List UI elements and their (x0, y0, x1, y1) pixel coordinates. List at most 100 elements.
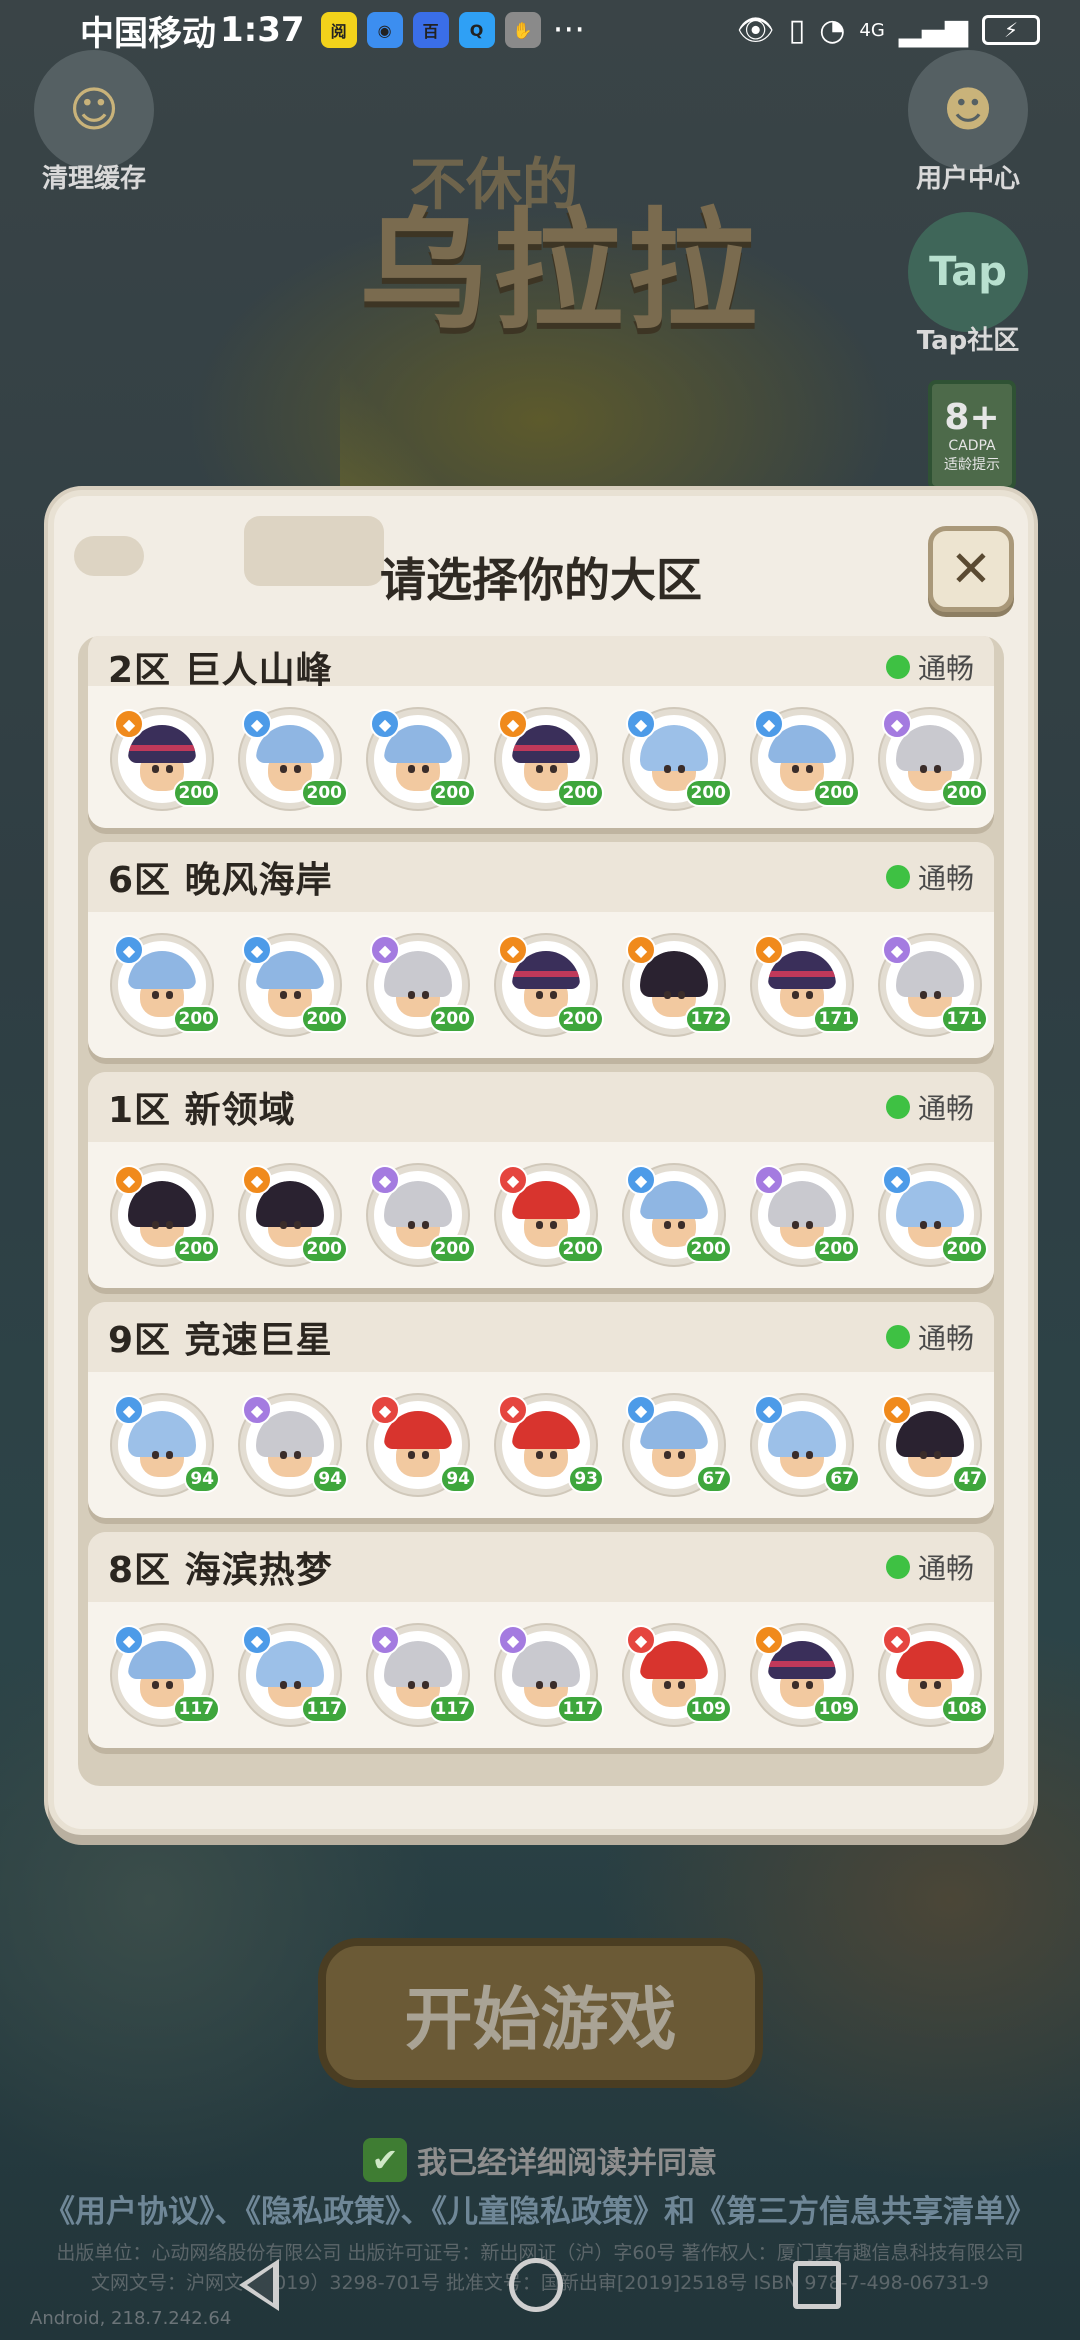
class-icon: ◆ (114, 935, 144, 965)
character-avatar[interactable]: ◆ 109 (624, 1625, 732, 1725)
character-level: 200 (428, 1005, 476, 1033)
character-avatar[interactable]: ◆ 93 (496, 1395, 604, 1495)
class-icon: ◆ (242, 709, 272, 739)
agreement-row: ✔ 我已经详细阅读并同意 (0, 2138, 1080, 2182)
class-icon: ◆ (370, 709, 400, 739)
agree-checkbox[interactable]: ✔ (363, 2138, 407, 2182)
character-avatar[interactable]: ◆ 117 (112, 1625, 220, 1725)
server-list[interactable]: 2区 巨人山峰 通畅 ◆ 200 ◆ 200 ◆ 200 ◆ 200 ◆ 200 ◆ 200 ◆ 200 6区 … (78, 636, 1004, 1786)
server-card[interactable]: 1区 新领域 通畅 ◆ 200 ◆ 200 ◆ 200 ◆ 200 ◆ 200 ◆ 200 ◆ 200 (88, 1072, 994, 1288)
character-avatar[interactable]: ◆ 171 (752, 935, 860, 1035)
character-level: 94 (184, 1465, 220, 1493)
agreement-label: 我已经详细阅读并同意 (417, 2146, 717, 2181)
recent-apps-icon[interactable] (793, 2261, 841, 2309)
character-avatar[interactable]: ◆ 200 (880, 709, 988, 809)
class-icon: ◆ (754, 709, 784, 739)
character-level: 172 (684, 1005, 732, 1033)
character-avatar[interactable]: ◆ 94 (112, 1395, 220, 1495)
class-icon: ◆ (754, 1395, 784, 1425)
character-avatar[interactable]: ◆ 67 (624, 1395, 732, 1495)
clear-cache-button[interactable]: ☺ 清理缓存 (34, 50, 154, 195)
server-status: 通畅 (885, 647, 974, 687)
character-avatar[interactable]: ◆ 200 (240, 935, 348, 1035)
character-avatar[interactable]: ◆ 200 (240, 709, 348, 809)
character-level: 93 (568, 1465, 604, 1493)
character-avatar[interactable]: ◆ 200 (112, 935, 220, 1035)
age-rating-org: CADPA (948, 437, 996, 454)
server-card[interactable]: 8区 海滨热梦 通畅 ◆ 117 ◆ 117 ◆ 117 ◆ 117 ◆ 109 ◆ 109 ◆ 108 (88, 1532, 994, 1748)
character-avatar[interactable]: ◆ 94 (240, 1395, 348, 1495)
age-rating-badge[interactable]: 8+ CADPA 适龄提示 (928, 380, 1016, 490)
character-avatar[interactable]: ◆ 200 (624, 709, 732, 809)
tap-community-label: Tap社区 (916, 326, 1020, 356)
character-avatar[interactable]: ◆ 67 (752, 1395, 860, 1495)
character-level: 94 (312, 1465, 348, 1493)
gesture-app-icon: ✋ (504, 12, 541, 48)
character-level: 108 (940, 1695, 988, 1723)
status-dot-icon (885, 1095, 910, 1119)
signal-icon: ▂▄▆ (898, 12, 968, 48)
character-avatar[interactable]: ◆ 172 (624, 935, 732, 1035)
agreement-links[interactable]: 《用户协议》、《隐私政策》、《儿童隐私政策》和《第三方信息共享清单》 (0, 2186, 1080, 2231)
class-icon: ◆ (370, 1625, 400, 1655)
start-game-button[interactable]: 开始游戏 (318, 1938, 763, 2088)
character-avatar[interactable]: ◆ 117 (496, 1625, 604, 1725)
character-avatar[interactable]: ◆ 200 (112, 1165, 220, 1265)
character-avatar[interactable]: ◆ 200 (368, 935, 476, 1035)
class-icon: ◆ (626, 1165, 656, 1195)
close-button[interactable]: ✕ (928, 526, 1014, 612)
character-avatar[interactable]: ◆ 200 (752, 1165, 860, 1265)
server-status-label: 通畅 (917, 1552, 974, 1585)
character-avatar[interactable]: ◆ 200 (752, 709, 860, 809)
class-icon: ◆ (242, 1165, 272, 1195)
character-level: 117 (428, 1695, 476, 1723)
class-icon: ◆ (882, 1625, 912, 1655)
class-icon: ◆ (242, 935, 272, 965)
character-avatar[interactable]: ◆ 200 (240, 1165, 348, 1265)
character-avatar[interactable]: ◆ 200 (368, 709, 476, 809)
character-level: 200 (812, 779, 860, 807)
character-avatar[interactable]: ◆ 108 (880, 1625, 988, 1725)
server-status: 通畅 (885, 857, 974, 897)
server-card[interactable]: 9区 竞速巨星 通畅 ◆ 94 ◆ 94 ◆ 94 ◆ 93 ◆ 67 ◆ 67 ◆ 47 (88, 1302, 994, 1518)
check-icon: ✔ (371, 2141, 399, 2179)
character-avatar[interactable]: ◆ 200 (496, 935, 604, 1035)
character-avatar[interactable]: ◆ 117 (368, 1625, 476, 1725)
server-card[interactable]: 2区 巨人山峰 通畅 ◆ 200 ◆ 200 ◆ 200 ◆ 200 ◆ 200 ◆ 200 ◆ 200 (88, 636, 994, 828)
class-icon: ◆ (754, 1625, 784, 1655)
character-avatar[interactable]: ◆ 200 (112, 709, 220, 809)
server-status: 通畅 (885, 1087, 974, 1127)
character-level: 200 (300, 779, 348, 807)
tap-community-button[interactable]: Tap Tap社区 (908, 212, 1028, 357)
search-app-icon: Q (458, 12, 495, 48)
class-icon: ◆ (242, 1625, 272, 1655)
class-icon: ◆ (882, 709, 912, 739)
home-icon[interactable] (509, 2258, 563, 2312)
server-status: 通畅 (885, 1547, 974, 1587)
back-icon[interactable] (239, 2259, 279, 2311)
user-center-button[interactable]: ☻ 用户中心 (908, 50, 1028, 195)
class-icon: ◆ (498, 1395, 528, 1425)
character-avatar[interactable]: ◆ 200 (624, 1165, 732, 1265)
navigation-bar (0, 2230, 1080, 2340)
character-avatar[interactable]: ◆ 109 (752, 1625, 860, 1725)
server-card[interactable]: 6区 晚风海岸 通畅 ◆ 200 ◆ 200 ◆ 200 ◆ 200 ◆ 172 ◆ 171 ◆ 171 (88, 842, 994, 1058)
character-row: ◆ 117 ◆ 117 ◆ 117 ◆ 117 ◆ 109 ◆ 109 ◆ 108 (88, 1602, 994, 1748)
character-avatar[interactable]: ◆ 171 (880, 935, 988, 1035)
class-icon: ◆ (754, 935, 784, 965)
character-avatar[interactable]: ◆ 200 (496, 1165, 604, 1265)
character-level: 171 (812, 1005, 860, 1033)
battery-icon: ⚡ (982, 15, 1040, 45)
character-avatar[interactable]: ◆ 200 (368, 1165, 476, 1265)
character-avatar[interactable]: ◆ 200 (496, 709, 604, 809)
character-row: ◆ 200 ◆ 200 ◆ 200 ◆ 200 ◆ 172 ◆ 171 ◆ 171 (88, 912, 994, 1058)
class-icon: ◆ (370, 1165, 400, 1195)
class-icon: ◆ (882, 1395, 912, 1425)
character-avatar[interactable]: ◆ 47 (880, 1395, 988, 1495)
character-avatar[interactable]: ◆ 94 (368, 1395, 476, 1495)
character-level: 67 (696, 1465, 732, 1493)
character-avatar[interactable]: ◆ 200 (880, 1165, 988, 1265)
character-avatar[interactable]: ◆ 117 (240, 1625, 348, 1725)
status-dot-icon (885, 865, 910, 889)
class-icon: ◆ (754, 1165, 784, 1195)
